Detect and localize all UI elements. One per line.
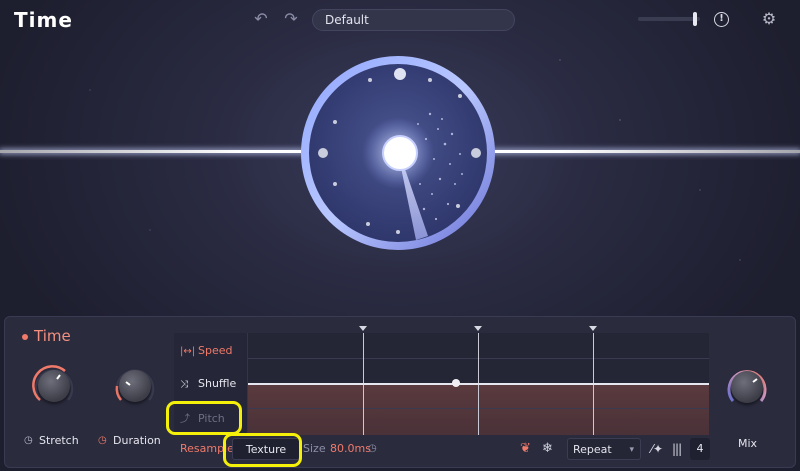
mix-knob[interactable]: [724, 364, 770, 410]
stretch-knob[interactable]: [31, 363, 77, 409]
randomize-wand-icon[interactable]: ⁄✦: [651, 438, 663, 460]
duration-knob-pointer: [125, 381, 131, 386]
clock-icon[interactable]: ◷: [368, 438, 377, 460]
pitch-icon: ⤴: [180, 414, 190, 425]
redo-icon[interactable]: ↷: [282, 10, 300, 28]
stretch-knob-pointer: [56, 374, 61, 380]
alert-icon[interactable]: !: [714, 12, 729, 27]
mode-shuffle-label: Shuffle: [198, 377, 237, 390]
dial-marker-left: [318, 148, 328, 158]
plugin-title: Time: [14, 8, 73, 32]
output-level-handle[interactable]: [693, 12, 698, 26]
plugin-window: Time ↶ ↷ Default ! ⚙ Time ◷ Stretch ◷ Du…: [0, 0, 800, 471]
graph-marker-3[interactable]: [589, 326, 597, 331]
mode-pitch[interactable]: ⤴ Pitch: [180, 410, 225, 425]
freeze-icon[interactable]: ❄: [542, 438, 553, 460]
graph-marker-1[interactable]: [359, 326, 367, 331]
dial-marker-right: [471, 148, 481, 158]
stretch-clock-icon: ◷: [24, 435, 33, 446]
dial-center-knob[interactable]: [382, 135, 418, 171]
duration-knob[interactable]: [112, 363, 158, 409]
modulation-graph[interactable]: |↔| Speed ⤨ Shuffle ⤴ Pitch: [174, 333, 709, 435]
mode-pitch-label: Pitch: [198, 412, 225, 425]
graph-point[interactable]: [452, 379, 460, 387]
mode-list: |↔| Speed ⤨ Shuffle ⤴ Pitch: [174, 333, 248, 435]
mode-shuffle[interactable]: ⤨ Shuffle: [180, 377, 236, 390]
speed-icon: |↔|: [180, 346, 196, 357]
texture-button[interactable]: Texture: [232, 438, 300, 460]
mode-speed[interactable]: |↔| Speed: [180, 344, 232, 357]
mix-knob-pointer: [752, 378, 758, 383]
resample-button[interactable]: Resample: [180, 438, 234, 460]
mode-speed-label: Speed: [198, 344, 233, 357]
repeat-value: Repeat: [573, 443, 612, 456]
stretch-label: Stretch: [39, 434, 79, 447]
graph-curve: [248, 383, 709, 385]
size-label: Size: [303, 442, 326, 455]
duration-clock-icon: ◷: [98, 435, 107, 446]
module-title: Time: [34, 327, 71, 345]
undo-icon[interactable]: ↶: [252, 10, 270, 28]
chevron-down-icon: ▾: [629, 445, 634, 455]
duration-label: Duration: [113, 434, 161, 447]
feather-icon[interactable]: ❦: [520, 438, 531, 460]
mix-label: Mix: [738, 437, 758, 450]
shuffle-icon: ⤨: [180, 379, 188, 390]
gear-icon[interactable]: ⚙: [760, 10, 778, 28]
output-level-slider[interactable]: [638, 12, 700, 26]
repeat-dropdown[interactable]: Repeat ▾: [567, 438, 641, 460]
size-value[interactable]: 80.0ms: [330, 438, 371, 460]
time-visualizer: [301, 56, 495, 250]
dial-marker-top: [394, 68, 406, 80]
graph-marker-2[interactable]: [474, 326, 482, 331]
module-active-dot[interactable]: [22, 334, 28, 340]
count-value[interactable]: 4: [690, 438, 710, 460]
preset-selector[interactable]: Default: [312, 9, 515, 31]
bars-icon[interactable]: |||: [672, 438, 682, 460]
